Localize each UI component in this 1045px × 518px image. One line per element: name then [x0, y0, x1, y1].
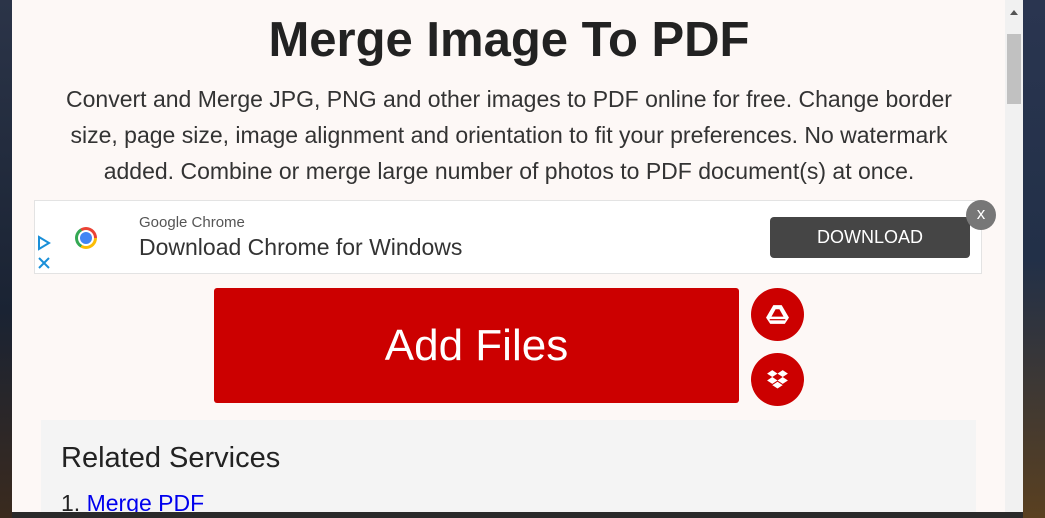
desktop-background-left	[0, 0, 12, 518]
ad-choices-icon[interactable]	[37, 235, 51, 251]
related-service-link-merge-pdf[interactable]: Merge PDF	[87, 490, 205, 514]
google-drive-button[interactable]	[751, 288, 804, 341]
ad-banner[interactable]: Google Chrome Download Chrome for Window…	[34, 200, 982, 274]
ad-download-button[interactable]: DOWNLOAD	[770, 217, 970, 258]
page-title: Merge Image To PDF	[268, 13, 750, 67]
vertical-scrollbar[interactable]	[1005, 0, 1023, 514]
related-service-item: 1. Merge PDF	[61, 490, 204, 514]
scroll-thumb[interactable]	[1007, 34, 1021, 104]
ad-close-small-icon[interactable]	[37, 255, 51, 271]
related-service-number: 1.	[61, 490, 81, 514]
scroll-up-arrow-icon[interactable]	[1010, 10, 1018, 15]
dropbox-button[interactable]	[751, 353, 804, 406]
related-services-title: Related Services	[61, 442, 281, 474]
desktop-background-right	[1023, 0, 1045, 518]
related-services-panel: Related Services 1. Merge PDF	[41, 420, 976, 514]
chrome-logo-icon	[75, 227, 97, 249]
page-description: Convert and Merge JPG, PNG and other ima…	[66, 86, 952, 184]
taskbar-edge	[12, 512, 1023, 518]
ad-close-button[interactable]: x	[966, 200, 996, 230]
ad-brand: Google Chrome	[139, 214, 245, 231]
google-drive-icon	[766, 305, 789, 324]
ad-headline[interactable]: Download Chrome for Windows	[139, 234, 462, 261]
dropbox-icon	[767, 370, 788, 389]
add-files-button[interactable]: Add Files	[214, 288, 739, 403]
browser-window: Merge Image To PDF Convert and Merge JPG…	[12, 0, 1023, 514]
